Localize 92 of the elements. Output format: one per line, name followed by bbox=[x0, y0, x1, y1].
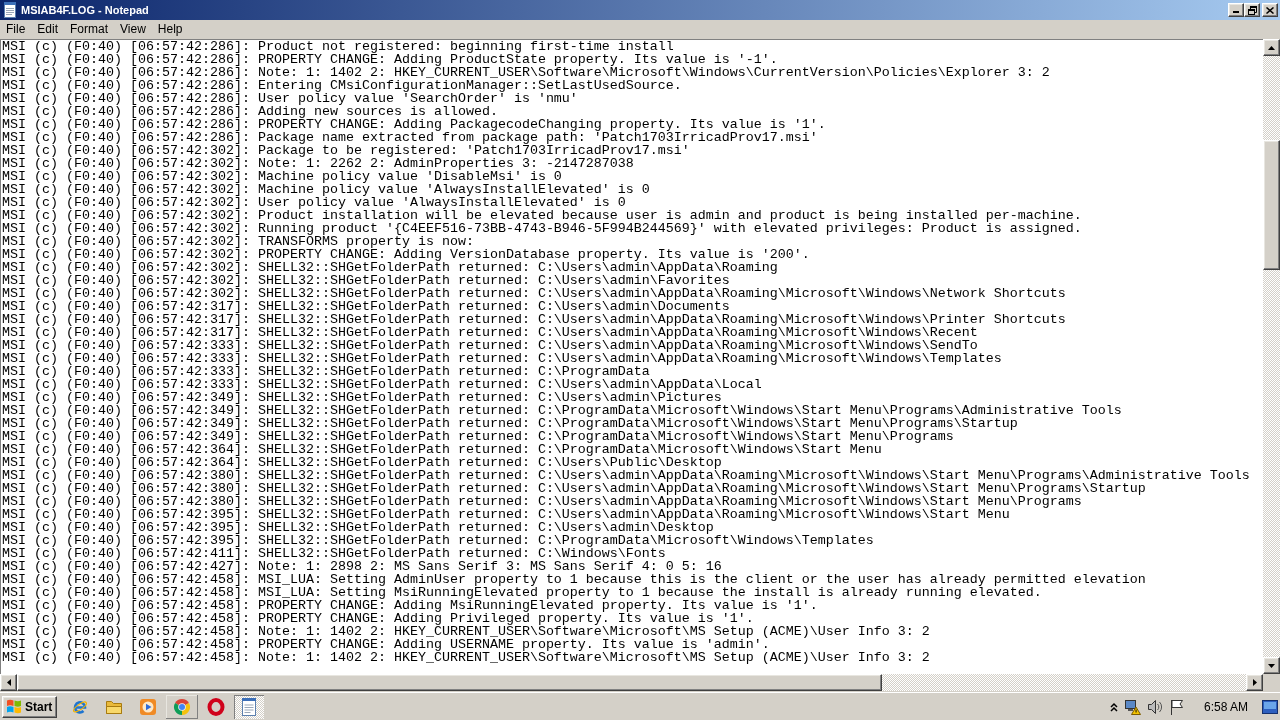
vertical-scrollbar[interactable] bbox=[1263, 39, 1280, 674]
log-line: MSI (c) (F0:40) [06:57:42:458]: Note: 1: 1402 2: HKEY_CURRENT_USER\Software\Microsoft\MS Setup (ACME)\User Info 3: 2 bbox=[2, 651, 930, 664]
log-line: MSI (c) (F0:40) [06:57:42:302]: User policy value 'AlwaysInstallElevated' is 0 bbox=[2, 196, 626, 209]
log-line: MSI (c) (F0:40) [06:57:42:395]: SHELL32::SHGetFolderPath returned: C:\ProgramData\Microsoft\Windows\Templates bbox=[2, 534, 874, 547]
desktop-icon[interactable] bbox=[1262, 699, 1278, 714]
round-logo-icon bbox=[173, 697, 192, 716]
log-line: MSI (c) (F0:40) [06:57:42:317]: SHELL32::SHGetFolderPath returned: C:\Users\admin\Documents bbox=[2, 300, 730, 313]
menu-item[interactable]: Help bbox=[151, 21, 189, 38]
log-line: MSI (c) (F0:40) [06:57:42:286]: Note: 1: 1402 2: HKEY_CURRENT_USER\Software\Microsoft\Windows\CurrentVersion\Policies\Explorer 3: 2 bbox=[2, 66, 1050, 79]
log-line: MSI (c) (F0:40) [06:57:42:317]: SHELL32::SHGetFolderPath returned: C:\Users\admin\AppData\Roaming\Microsoft\Windows\Recent bbox=[2, 326, 978, 339]
ring-logo-icon bbox=[207, 697, 226, 716]
taskbar-button[interactable] bbox=[105, 698, 124, 715]
taskbar-button[interactable] bbox=[207, 697, 226, 716]
caret-right-icon bbox=[1252, 679, 1257, 686]
log-line: MSI (c) (F0:40) [06:57:42:286]: PROPERTY CHANGE: Adding PackagecodeChanging property. Its value is '1'. bbox=[2, 118, 826, 131]
flag-logo-icon bbox=[6, 699, 22, 714]
log-line: MSI (c) (F0:40) [06:57:42:302]: SHELL32::SHGetFolderPath returned: C:\Users\admin\Favorites bbox=[2, 274, 730, 287]
log-line: MSI (c) (F0:40) [06:57:42:364]: SHELL32::SHGetFolderPath returned: C:\Users\Public\Desktop bbox=[2, 456, 722, 469]
log-line: MSI (c) (F0:40) [06:57:42:302]: Machine policy value 'AlwaysInstallElevated' is 0 bbox=[2, 183, 650, 196]
log-line: MSI (c) (F0:40) [06:57:42:302]: Product installation will be elevated because user is admin and product is being installed per-machine. bbox=[2, 209, 1082, 222]
minimize-button[interactable] bbox=[1228, 3, 1244, 17]
log-line: MSI (c) (F0:40) [06:57:42:380]: SHELL32::SHGetFolderPath returned: C:\Users\admin\AppData\Roaming\Microsoft\Windows\Start Menu\Programs\Administrative Tools bbox=[2, 469, 1250, 482]
log-line: MSI (c) (F0:40) [06:57:42:427]: Note: 1: 2898 2: MS Sans Serif 3: MS Sans Serif 4: 0 5: 16 bbox=[2, 560, 722, 573]
taskbar-button[interactable] bbox=[234, 694, 265, 719]
flag-icon[interactable] bbox=[1168, 698, 1184, 715]
minimize-icon bbox=[1233, 11, 1239, 13]
start-button[interactable]: Start bbox=[2, 695, 58, 718]
close-icon bbox=[1266, 6, 1274, 14]
log-line: MSI (c) (F0:40) [06:57:42:286]: Entering CMsiConfigurationManager::SetLastUsedSource. bbox=[2, 79, 682, 92]
log-line: MSI (c) (F0:40) [06:57:42:302]: SHELL32::SHGetFolderPath returned: C:\Users\admin\AppData\Roaming bbox=[2, 261, 778, 274]
restore-button[interactable] bbox=[1244, 3, 1260, 17]
log-line: MSI (c) (F0:40) [06:57:42:302]: Package to be registered: 'Patch1703IrricadProv17.msi' bbox=[2, 144, 690, 157]
log-line: MSI (c) (F0:40) [06:57:42:458]: MSI_LUA: Setting MsiRunningElevated property to 1 because the install is already running elevated. bbox=[2, 586, 1042, 599]
caret-down-icon bbox=[1268, 663, 1275, 668]
log-line: MSI (c) (F0:40) [06:57:42:349]: SHELL32::SHGetFolderPath returned: C:\ProgramData\Microsoft\Windows\Start Menu\Programs\Administrative Tools bbox=[2, 404, 1122, 417]
log-line: MSI (c) (F0:40) [06:57:42:286]: PROPERTY CHANGE: Adding ProductState property. Its value is '-1'. bbox=[2, 53, 778, 66]
chevron-up-icon[interactable] bbox=[1109, 701, 1118, 712]
menu-item[interactable]: Edit bbox=[31, 21, 65, 38]
log-line: MSI (c) (F0:40) [06:57:42:333]: SHELL32::SHGetFolderPath returned: C:\ProgramData bbox=[2, 365, 650, 378]
log-line: MSI (c) (F0:40) [06:57:42:395]: SHELL32::SHGetFolderPath returned: C:\Users\admin\Desktop bbox=[2, 521, 714, 534]
log-line: MSI (c) (F0:40) [06:57:42:333]: SHELL32::SHGetFolderPath returned: C:\Users\admin\AppData\Local bbox=[2, 378, 762, 391]
log-line: MSI (c) (F0:40) [06:57:42:364]: SHELL32::SHGetFolderPath returned: C:\ProgramData\Microsoft\Windows\Start Menu bbox=[2, 443, 882, 456]
log-line: MSI (c) (F0:40) [06:57:42:349]: SHELL32::SHGetFolderPath returned: C:\ProgramData\Microsoft\Windows\Start Menu\Programs\Startup bbox=[2, 417, 1018, 430]
text-editor[interactable] bbox=[0, 39, 1263, 674]
speaker-icon[interactable] bbox=[1146, 698, 1163, 715]
log-line: MSI (c) (F0:40) [06:57:42:333]: SHELL32::SHGetFolderPath returned: C:\Users\admin\AppData\Roaming\Microsoft\Windows\SendTo bbox=[2, 339, 978, 352]
log-line: MSI (c) (F0:40) [06:57:42:349]: SHELL32::SHGetFolderPath returned: C:\Users\admin\Pictures bbox=[2, 391, 722, 404]
folder-icon bbox=[105, 698, 124, 715]
log-line: MSI (c) (F0:40) [06:57:42:458]: PROPERTY CHANGE: Adding MsiRunningElevated property. Its value is '1'. bbox=[2, 599, 818, 612]
log-line: MSI (c) (F0:40) [06:57:42:380]: SHELL32::SHGetFolderPath returned: C:\Users\admin\AppData\Roaming\Microsoft\Windows\Start Menu\Programs bbox=[2, 495, 1082, 508]
log-line: MSI (c) (F0:40) [06:57:42:411]: SHELL32::SHGetFolderPath returned: C:\Windows\Fonts bbox=[2, 547, 666, 560]
log-line: MSI (c) (F0:40) [06:57:42:302]: Note: 1: 2262 2: AdminProperties 3: -2147287038 bbox=[2, 157, 634, 170]
caret-up-icon bbox=[1268, 45, 1275, 50]
menu-item[interactable]: File bbox=[0, 21, 32, 38]
taskbar-button[interactable] bbox=[166, 694, 199, 719]
log-line: MSI (c) (F0:40) [06:57:42:349]: SHELL32::SHGetFolderPath returned: C:\ProgramData\Microsoft\Windows\Start Menu\Programs bbox=[2, 430, 954, 443]
log-line: MSI (c) (F0:40) [06:57:42:286]: User policy value 'SearchOrder' is 'nmu' bbox=[2, 92, 578, 105]
menu-item[interactable]: Format bbox=[64, 21, 115, 38]
notepad-icon bbox=[2, 2, 18, 18]
log-line: MSI (c) (F0:40) [06:57:42:286]: Package name extracted from package path: 'Patch1703IrricadProv17.msi' bbox=[2, 131, 818, 144]
log-line: MSI (c) (F0:40) [06:57:42:286]: Adding new sources is allowed. bbox=[2, 105, 498, 118]
log-line: MSI (c) (F0:40) [06:57:42:302]: TRANSFORMS property is now: bbox=[2, 235, 474, 248]
log-line: MSI (c) (F0:40) [06:57:42:302]: PROPERTY CHANGE: Adding VersionDatabase property. Its value is '200'. bbox=[2, 248, 810, 261]
close-button[interactable] bbox=[1262, 3, 1278, 17]
log-line: MSI (c) (F0:40) [06:57:42:458]: MSI_LUA: Setting AdminUser property to 1 because this is the client or the user has already permitted elevation bbox=[2, 573, 1146, 586]
log-line: MSI (c) (F0:40) [06:57:42:333]: SHELL32::SHGetFolderPath returned: C:\Users\admin\AppData\Roaming\Microsoft\Windows\Templates bbox=[2, 352, 1002, 365]
log-line: MSI (c) (F0:40) [06:57:42:458]: PROPERTY CHANGE: Adding Privileged property. Its value is '1'. bbox=[2, 612, 754, 625]
log-line: MSI (c) (F0:40) [06:57:42:302]: Machine policy value 'DisableMsi' is 0 bbox=[2, 170, 562, 183]
log-line: MSI (c) (F0:40) [06:57:42:302]: SHELL32::SHGetFolderPath returned: C:\Users\admin\AppData\Roaming\Microsoft\Windows\Network Shortcuts bbox=[2, 287, 1066, 300]
log-line: MSI (c) (F0:40) [06:57:42:302]: Running product '{C4EEF516-73BB-4743-B946-5F994B244569}' with elevated privileges: Product is assigned. bbox=[2, 222, 1082, 235]
network-icon[interactable] bbox=[1123, 698, 1141, 715]
log-line: MSI (c) (F0:40) [06:57:42:458]: Note: 1: 1402 2: HKEY_CURRENT_USER\Software\Microsoft\MS Setup (ACME)\User Info 3: 2 bbox=[2, 625, 930, 638]
notepad-icon bbox=[241, 697, 258, 716]
log-line: MSI (c) (F0:40) [06:57:42:286]: Product not registered: beginning first-time install bbox=[2, 40, 674, 53]
scroll-down-button[interactable] bbox=[1263, 657, 1280, 674]
menu-item[interactable]: View bbox=[114, 21, 152, 38]
window-title: MSIAB4F.LOG - Notepad bbox=[21, 4, 149, 16]
horizontal-scrollbar[interactable] bbox=[0, 674, 1263, 691]
scroll-up-button[interactable] bbox=[1263, 39, 1280, 56]
scroll-left-button[interactable] bbox=[0, 674, 17, 691]
play-icon bbox=[139, 697, 158, 716]
scroll-right-button[interactable] bbox=[1246, 674, 1263, 691]
restore-icon bbox=[1247, 5, 1257, 15]
log-line: MSI (c) (F0:40) [06:57:42:458]: PROPERTY CHANGE: Adding USERNAME property. Its value is 'admin'. bbox=[2, 638, 770, 651]
scrollbar-thumb[interactable] bbox=[17, 674, 882, 691]
scrollbar-thumb[interactable] bbox=[1263, 140, 1280, 270]
caret-left-icon bbox=[6, 679, 11, 686]
taskbar-button[interactable] bbox=[139, 697, 158, 716]
log-line: MSI (c) (F0:40) [06:57:42:317]: SHELL32::SHGetFolderPath returned: C:\Users\admin\AppData\Roaming\Microsoft\Windows\Printer Shortcuts bbox=[2, 313, 1066, 326]
log-line: MSI (c) (F0:40) [06:57:42:395]: SHELL32::SHGetFolderPath returned: C:\Users\admin\AppData\Roaming\Microsoft\Windows\Start Menu bbox=[2, 508, 1010, 521]
log-line: MSI (c) (F0:40) [06:57:42:380]: SHELL32::SHGetFolderPath returned: C:\Users\admin\AppData\Roaming\Microsoft\Windows\Start Menu\Programs\Startup bbox=[2, 482, 1146, 495]
clock[interactable]: 6:58 AM bbox=[1203, 699, 1248, 714]
